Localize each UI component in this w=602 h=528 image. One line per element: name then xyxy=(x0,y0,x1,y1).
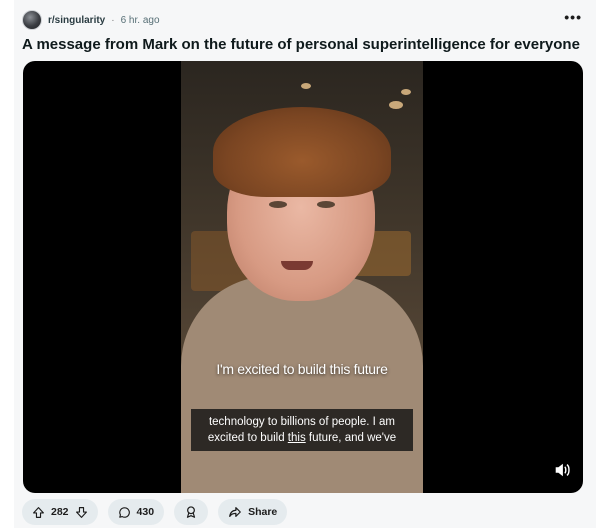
background-light xyxy=(401,89,411,95)
vote-count: 282 xyxy=(51,506,69,518)
video-subtitle: technology to billions of people. I am e… xyxy=(191,409,413,451)
subreddit-link[interactable]: r/singularity xyxy=(48,15,105,26)
post-actions-bar: 282 430 Share xyxy=(22,499,288,525)
subtitle-text: future, and we've xyxy=(305,432,397,444)
vote-pill: 282 xyxy=(22,499,98,525)
background-light xyxy=(389,101,403,109)
share-button[interactable]: Share xyxy=(218,499,288,525)
person-mouth xyxy=(281,261,313,270)
background-light xyxy=(301,83,311,89)
person-shirt xyxy=(181,276,423,493)
speaker-icon[interactable] xyxy=(551,459,573,481)
share-icon xyxy=(228,505,242,519)
person-hair xyxy=(213,107,391,197)
post-header: r/singularity · 6 hr. ago xyxy=(22,10,160,30)
post-title[interactable]: A message from Mark on the future of per… xyxy=(22,36,582,53)
separator-dot: · xyxy=(111,14,115,26)
share-label: Share xyxy=(248,506,278,518)
subtitle-text: excited to build xyxy=(207,432,288,444)
comment-count: 430 xyxy=(136,506,155,518)
more-options-button[interactable]: ••• xyxy=(564,10,582,24)
video-overlay-caption: I'm excited to build this future xyxy=(216,361,388,377)
comment-icon xyxy=(118,506,131,519)
person-eye xyxy=(317,201,335,208)
person-eye xyxy=(269,201,287,208)
subtitle-link: this xyxy=(287,432,306,444)
subtitle-line-2: excited to build this future, and we've xyxy=(191,430,413,446)
subtitle-line-1: technology to billions of people. I am xyxy=(208,416,396,428)
video-player[interactable]: I'm excited to build this future technol… xyxy=(23,61,583,493)
subreddit-avatar[interactable] xyxy=(22,10,42,30)
award-icon xyxy=(184,505,198,519)
comments-button[interactable]: 430 xyxy=(107,499,165,525)
downvote-icon[interactable] xyxy=(75,506,88,519)
award-button[interactable] xyxy=(174,499,209,525)
post-time: 6 hr. ago xyxy=(120,14,160,26)
upvote-icon[interactable] xyxy=(32,506,45,519)
